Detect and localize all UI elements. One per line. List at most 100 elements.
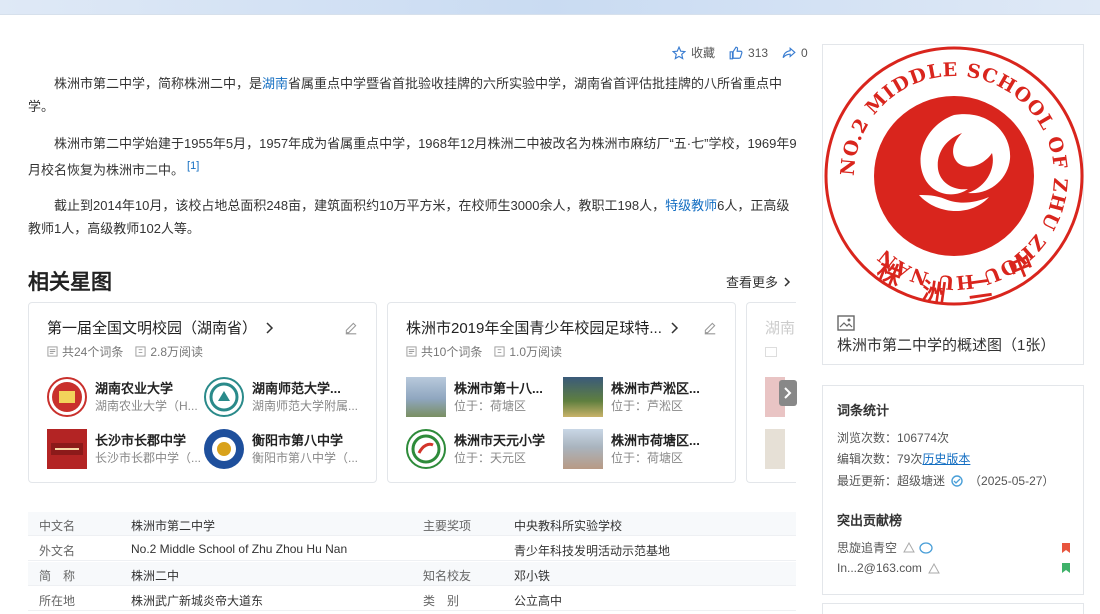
share-button[interactable]: 0 [782, 46, 808, 60]
summary-image-caption[interactable]: 株洲市第二中学的概述图（1张） [837, 313, 1073, 357]
card-item[interactable]: 长沙市长郡中学 长沙市长郡中学（... [47, 427, 207, 471]
card-title[interactable]: 第一届全国文明校园（湖南省） [47, 317, 275, 338]
card-title[interactable]: 湖南 [765, 317, 795, 338]
info-row: 中文名 株洲市第二中学 主要奖项 中央教科所实验学校 [28, 512, 796, 536]
info-value: 中央教科所实验学校 [514, 519, 623, 533]
item-name: 湖南师范大学... [252, 381, 341, 396]
image-icon [837, 315, 855, 331]
updated-user-link[interactable]: 超级塘迷 [897, 472, 945, 489]
level-icon [928, 562, 940, 573]
school-logo-thumb [204, 429, 244, 469]
entries-count: 共24个词条 [62, 345, 124, 359]
link-special-teacher[interactable]: 特级教师 [665, 198, 717, 213]
related-card-1[interactable]: 第一届全国文明校园（湖南省） 共24个词条 2.8万阅读 湖南农业大学 湖南农业… [28, 302, 377, 483]
emblem-char: 二 [966, 274, 994, 305]
item-subtitle: 位于：芦淞区 [611, 399, 684, 413]
info-key: 知名校友 [423, 569, 472, 583]
card-item[interactable]: 株洲市荷塘区... 位于：荷塘区 [563, 427, 723, 471]
card-item[interactable]: 株洲市第十八... 位于：荷塘区 [406, 375, 566, 419]
updated-label: 最近更新： [837, 474, 898, 488]
item-name: 衡阳市第八中学 [252, 433, 344, 448]
item-name: 长沙市长郡中学 [95, 433, 187, 448]
link-hunan[interactable]: 湖南 [262, 76, 288, 91]
browser-top-bar [0, 0, 1100, 15]
card-meta: 共10个词条 1.0万阅读 [406, 343, 574, 360]
info-row: 简 称 株洲二中 知名校友 邓小铁 [28, 562, 796, 586]
view-more-link[interactable]: 查看更多 [726, 272, 793, 291]
item-name: 湖南农业大学 [95, 381, 174, 396]
summary-image-box[interactable]: NO.2 MIDDLE SCHOOL OF ZHU ZHOU HU NAN 株 … [822, 44, 1084, 365]
badge-icon [919, 541, 933, 554]
intro-paragraph-3: 截止到2014年10月，该校占地总面积248亩，建筑面积约10万平方米，在校师生… [28, 194, 798, 240]
card-title-text: 湖南 [765, 320, 796, 337]
info-value: No.2 Middle School of Zhu Zhou Hu Nan [131, 542, 348, 556]
item-subtitle: 位于：荷塘区 [454, 399, 527, 413]
card-meta: 共24个词条 2.8万阅读 [47, 343, 215, 360]
info-key: 中文名 [39, 519, 76, 533]
info-key: 类 别 [423, 594, 460, 608]
card-item[interactable]: 湖南师范大学... 湖南师范大学附属... [204, 375, 364, 419]
related-card-2[interactable]: 株洲市2019年全国青少年校园足球特... 共10个词条 1.0万阅读 株洲市第… [387, 302, 736, 483]
info-row: 所在地 株洲武广新城炎帝大道东 类 别 公立高中 [28, 587, 796, 611]
contributor-name[interactable]: 思旋追青空 [837, 539, 897, 556]
contributor-row[interactable]: 思旋追青空 [837, 539, 1071, 556]
contributor-name[interactable]: In...2@163.com [837, 561, 922, 575]
info-value: 邓小铁 [514, 569, 551, 583]
stats-title: 词条统计 [837, 403, 890, 418]
entries-count: 共10个词条 [421, 345, 483, 359]
intro-paragraph-2: 株洲市第二中学始建于1955年5月，1957年成为省属重点中学，1968年12月… [28, 132, 798, 181]
view-more-label: 查看更多 [726, 275, 779, 290]
school-photo-thumb [563, 377, 603, 417]
item-subtitle: 湖南农业大学（H... [95, 399, 198, 413]
info-row: 外文名 No.2 Middle School of Zhu Zhou Hu Na… [28, 537, 796, 561]
school-logo-thumb [47, 377, 87, 417]
item-subtitle: 位于：荷塘区 [611, 451, 684, 465]
entries-icon [47, 346, 58, 357]
updated-date: （2025-05-27） [969, 474, 1055, 488]
reads-count: 1.0万阅读 [509, 345, 563, 359]
contributor-row[interactable]: In...2@163.com [837, 561, 1071, 575]
contrib-title: 突出贡献榜 [837, 513, 903, 528]
info-key: 主要奖项 [423, 519, 472, 533]
item-subtitle: 位于：天元区 [454, 451, 527, 465]
intro-text: 株洲市第二中学始建于1955年5月，1957年成为省属重点中学，1968年12月… [28, 136, 797, 178]
card-title-text: 株洲市2019年全国青少年校园足球特... [406, 320, 662, 337]
school-emblem-image[interactable]: NO.2 MIDDLE SCHOOL OF ZHU ZHOU HU NAN 株 … [823, 45, 1085, 307]
item-name: 株洲市第十八... [454, 381, 543, 396]
edits-count: 编辑次数：79次历史版本 [837, 450, 970, 467]
entries-icon [406, 346, 417, 357]
item-name: 株洲市芦淞区... [611, 381, 700, 396]
chevron-right-icon [671, 321, 678, 334]
card-item[interactable]: 湖南农业大学 湖南农业大学（H... [47, 375, 207, 419]
item-subtitle: 湖南师范大学附属... [252, 399, 359, 413]
info-value: 株洲二中 [131, 569, 180, 583]
edit-icon[interactable] [344, 321, 358, 335]
info-key: 简 称 [39, 569, 76, 583]
info-key: 所在地 [39, 594, 76, 608]
reference-link[interactable]: [1] [187, 160, 199, 172]
card-item[interactable]: 衡阳市第八中学 衡阳市第八中学（... [204, 427, 364, 471]
intro-paragraph-1: 株洲市第二中学，简称株洲二中，是湖南省属重点中学暨省首批验收挂牌的六所实验中学，… [28, 72, 798, 118]
level-icon [903, 542, 915, 553]
favorite-button[interactable]: 收藏 [672, 44, 715, 61]
school-photo-thumb [563, 429, 603, 469]
carousel-next-button[interactable] [779, 380, 797, 406]
edits-text: 编辑次数：79次 [837, 452, 923, 466]
card-item[interactable]: 株洲市芦淞区... 位于：芦淞区 [563, 375, 723, 419]
item-thumb [765, 429, 785, 469]
history-link[interactable]: 历史版本 [922, 452, 970, 466]
like-button[interactable]: 313 [729, 46, 768, 60]
emblem-char: 洲 [920, 277, 948, 307]
share-count: 0 [801, 45, 808, 60]
edit-icon[interactable] [703, 321, 717, 335]
school-logo-thumb [406, 429, 446, 469]
item-subtitle: 长沙市长郡中学（... [95, 451, 202, 465]
card-title-text: 第一届全国文明校园（湖南省） [47, 320, 258, 337]
chevron-right-icon [784, 276, 791, 287]
info-value: 青少年科技发明活动示范基地 [514, 544, 671, 558]
card-item[interactable]: 株洲市天元小学 位于：天元区 [406, 427, 566, 471]
info-key: 外文名 [39, 544, 76, 558]
card-title[interactable]: 株洲市2019年全国青少年校园足球特... [406, 317, 680, 338]
last-updated: 最近更新： 超级塘迷 （2025-05-27） [837, 472, 1054, 489]
views-count: 浏览次数：106774次 [837, 431, 950, 445]
